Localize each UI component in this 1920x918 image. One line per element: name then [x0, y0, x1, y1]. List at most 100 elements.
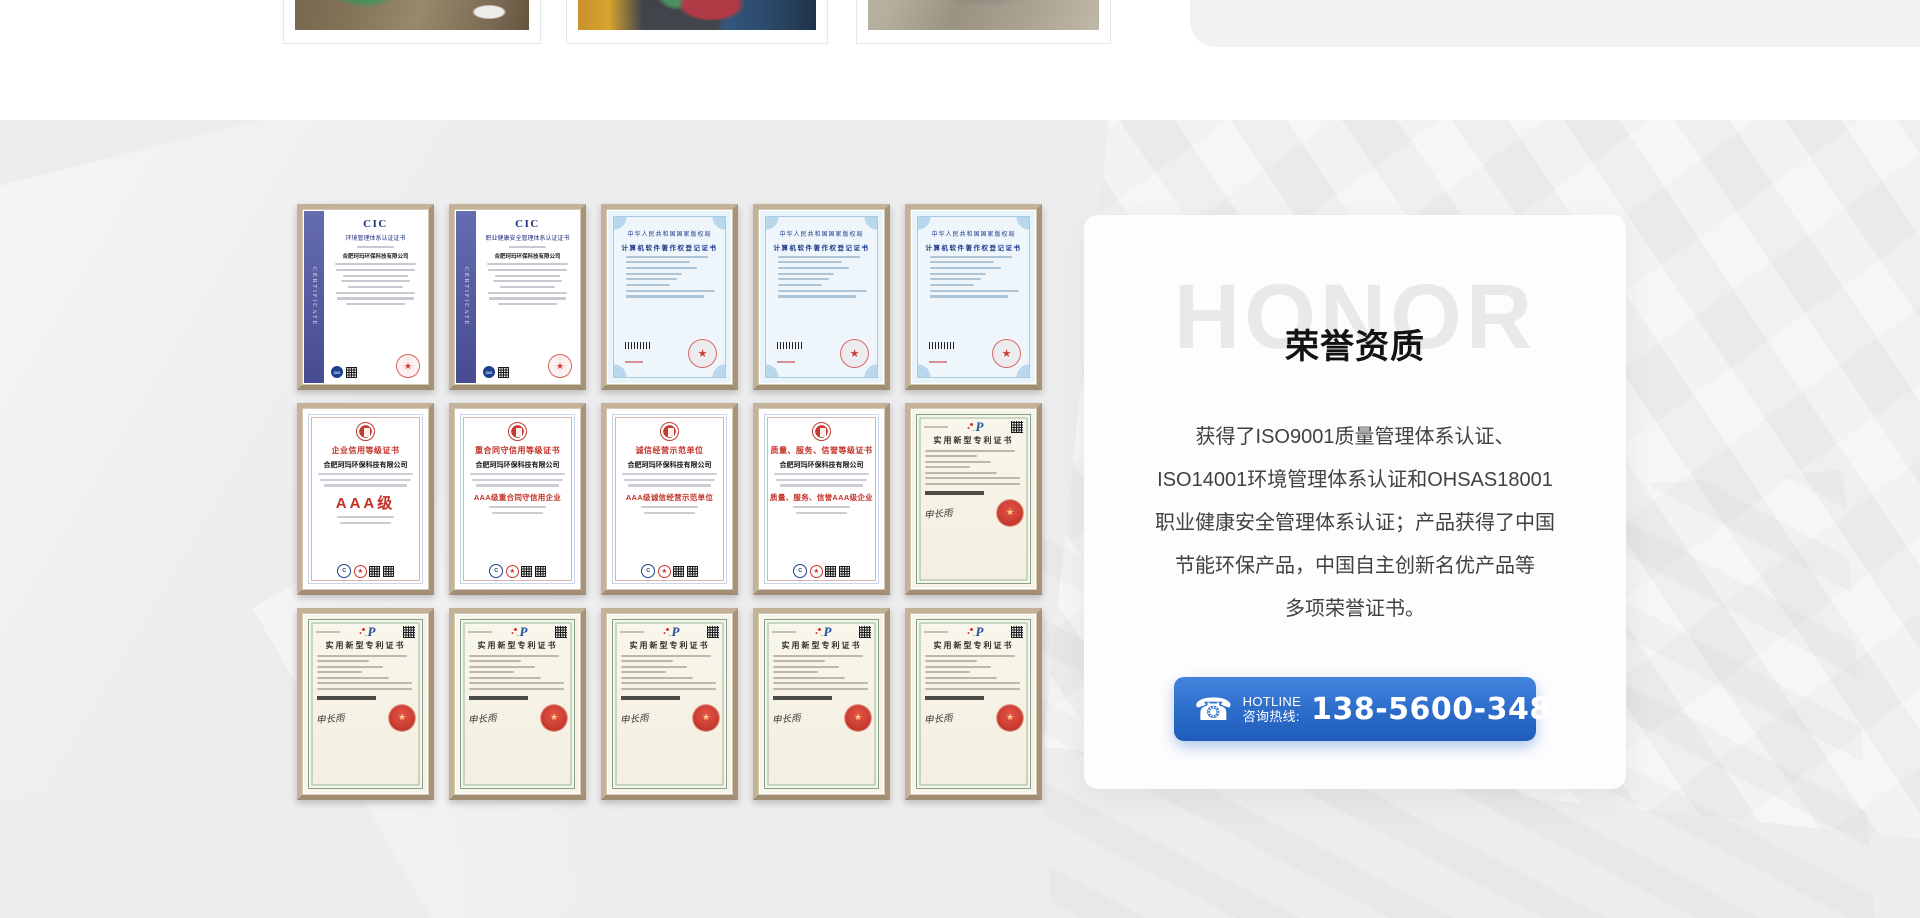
red-seal-icon: ★: [396, 354, 420, 378]
patent-number-line: [772, 631, 796, 633]
certificate-title: 质量、服务、信誉等级证书: [771, 445, 873, 456]
certificate-number: [929, 361, 947, 363]
certificate-patent[interactable]: P 实用新型专利证书 申长雨 ★: [905, 608, 1042, 800]
red-seal-icon: ★: [992, 339, 1021, 368]
signature: 申长雨: [619, 709, 649, 725]
corner-flourish: [710, 217, 725, 232]
certificate-title: 实用新型专利证书: [934, 435, 1014, 446]
cnipa-logo-icon: P: [368, 626, 376, 638]
certificate-patent[interactable]: P 实用新型专利证书 申长雨 ★: [601, 608, 738, 800]
barcode: [929, 342, 955, 349]
certificate-title: 实用新型专利证书: [782, 640, 862, 651]
highlight-bar: [925, 491, 984, 495]
certificate-copyright[interactable]: 中华人民共和国国家版权局 计算机软件著作权登记证书 ★: [753, 204, 890, 390]
qr-code-icon: [369, 566, 380, 577]
certificate-patent[interactable]: P 实用新型专利证书 申长雨 ★: [449, 608, 586, 800]
certificate-grade: AAA级诚信经营示范单位: [626, 492, 713, 503]
certificate-authority: 中华人民共和国国家版权局: [931, 229, 1015, 238]
certificate-grade: AAA级: [336, 492, 396, 513]
certificate-title: 实用新型专利证书: [478, 640, 558, 651]
certificate-company: 合肥珂玛环保科技有限公司: [342, 252, 408, 260]
certificate-side-band: CERTIFICATE: [304, 211, 324, 383]
patent-number-line: [924, 426, 948, 428]
qr-code-icon: [687, 566, 698, 577]
qr-code-icon: [1011, 421, 1023, 433]
certificate-copyright[interactable]: 中华人民共和国国家版权局 计算机软件著作权登记证书 ★: [601, 204, 738, 390]
corner-flourish: [862, 217, 877, 232]
certificate-cic[interactable]: CERTIFICATE CIC 职业健康安全管理体系认证证书 合肥珂玛环保科技有…: [449, 204, 586, 390]
description-line: 职业健康安全管理体系认证；产品获得了中国: [1084, 502, 1626, 545]
corner-flourish: [1014, 362, 1029, 377]
project-photo-card[interactable]: [283, 0, 541, 44]
red-seal-icon: ★: [997, 705, 1023, 731]
hotline-label-en: HOTLINE: [1243, 694, 1301, 709]
certificate-credit[interactable]: 重合同守信用等级证书 合肥珂玛环保科技有限公司 AAA级重合同守信用企业 C ★: [449, 403, 586, 595]
patent-number-line: [620, 631, 644, 633]
project-photo-card[interactable]: [856, 0, 1111, 44]
certificate-credit[interactable]: 诚信经营示范单位 合肥珂玛环保科技有限公司 AAA级诚信经营示范单位 C ★: [601, 403, 738, 595]
cic-badge-icon: CIC: [331, 366, 343, 378]
qr-code-icon: [825, 566, 836, 577]
certificate-cic[interactable]: CERTIFICATE CIC 环境管理体系认证证书 合肥珂玛环保科技有限公司 …: [297, 204, 434, 390]
certificate-number: [625, 361, 643, 363]
certificate-grade: 质量、服务、信誉AAA级企业: [770, 492, 873, 503]
red-emblem-icon: [660, 422, 679, 441]
construction-site-photo: [868, 0, 1099, 30]
certificate-grid: CERTIFICATE CIC 环境管理体系认证证书 合肥珂玛环保科技有限公司 …: [297, 204, 1042, 800]
highlight-bar: [469, 696, 528, 700]
certificate-copyright[interactable]: 中华人民共和国国家版权局 计算机软件著作权登记证书 ★: [905, 204, 1042, 390]
description-line: 节能环保产品，中国自主创新名优产品等: [1084, 545, 1626, 588]
qr-code-icon: [839, 566, 850, 577]
signature: 申长雨: [771, 709, 801, 725]
certificate-patent[interactable]: P 实用新型专利证书 申长雨 ★: [905, 403, 1042, 595]
qr-code-icon: [1011, 626, 1023, 638]
highlight-bar: [925, 696, 984, 700]
blue-badge-icon: C: [337, 564, 351, 578]
certificate-patent[interactable]: P 实用新型专利证书 申长雨 ★: [753, 608, 890, 800]
certificate-title: 诚信经营示范单位: [636, 445, 704, 456]
corner-flourish: [710, 362, 725, 377]
cnipa-logo-icon: P: [672, 626, 680, 638]
certificate-number: [777, 361, 795, 363]
certificate-credit[interactable]: 企业信用等级证书 合肥珂玛环保科技有限公司 AAA级 C ★: [297, 403, 434, 595]
highlight-bar: [317, 696, 376, 700]
certificate-credit[interactable]: 质量、服务、信誉等级证书 合肥珂玛环保科技有限公司 质量、服务、信誉AAA级企业…: [753, 403, 890, 595]
red-seal-icon: ★: [688, 339, 717, 368]
section-title: 荣誉资质: [1285, 319, 1425, 368]
red-seal-icon: ★: [541, 705, 567, 731]
qr-code-icon: [673, 566, 684, 577]
certificate-title: 计算机软件著作权登记证书: [774, 242, 870, 252]
highlight-bar: [621, 696, 680, 700]
qr-code-icon: [521, 566, 532, 577]
project-photo-card[interactable]: [566, 0, 828, 44]
signature: 申长雨: [923, 504, 953, 520]
cic-badge-icon: CIC: [483, 366, 495, 378]
patent-number-line: [468, 631, 492, 633]
red-star-seal-icon: ★: [810, 565, 823, 578]
honor-card: HONOR 荣誉资质 获得了ISO9001质量管理体系认证、 ISO14001环…: [1084, 215, 1626, 789]
patent-number-line: [316, 631, 340, 633]
certificate-authority: 中华人民共和国国家版权局: [779, 229, 863, 238]
red-seal-icon: ★: [845, 705, 871, 731]
qr-code-icon: [498, 367, 509, 378]
cic-logo: CIC: [515, 218, 540, 230]
hotline-number: 138-5600-3485: [1311, 692, 1572, 727]
hotline-button[interactable]: ☎ HOTLINE 咨询热线: 138-5600-3485: [1174, 677, 1536, 741]
signature: 申长雨: [467, 709, 497, 725]
description-line: ISO14001环境管理体系认证和OHSAS18001: [1084, 459, 1626, 502]
cnipa-logo-icon: P: [824, 626, 832, 638]
qr-code-icon: [346, 367, 357, 378]
certificate-patent[interactable]: P 实用新型专利证书 申长雨 ★: [297, 608, 434, 800]
patent-number-line: [924, 631, 948, 633]
cnipa-logo-icon: P: [976, 626, 984, 638]
red-star-seal-icon: ★: [354, 565, 367, 578]
corner-flourish: [766, 362, 781, 377]
red-seal-icon: ★: [389, 705, 415, 731]
corner-flourish: [614, 362, 629, 377]
certificate-title: 环境管理体系认证证书: [345, 233, 405, 242]
page-root: CERTIFICATE CIC 环境管理体系认证证书 合肥珂玛环保科技有限公司 …: [0, 0, 1920, 918]
red-seal-icon: ★: [997, 500, 1023, 526]
corner-flourish: [1014, 217, 1029, 232]
red-seal-icon: ★: [693, 705, 719, 731]
qr-code-icon: [555, 626, 567, 638]
